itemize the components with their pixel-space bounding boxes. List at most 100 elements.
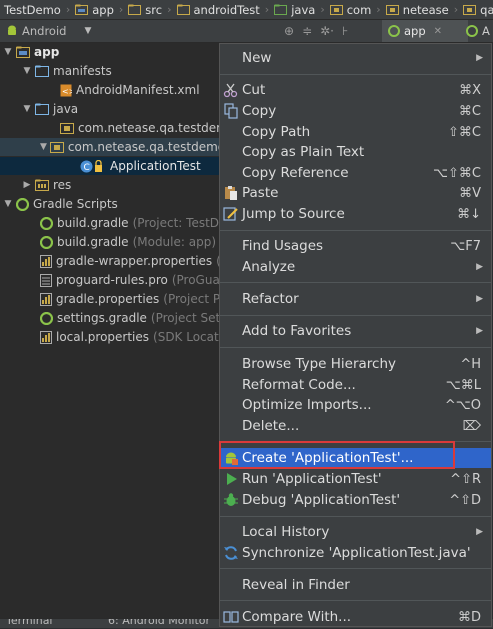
collapse-all-icon[interactable]: ≑	[302, 24, 312, 38]
menu-item-optimize-imports[interactable]: Optimize Imports... ^⌥O	[220, 395, 491, 415]
menu-item-delete[interactable]: Delete... ⌦	[220, 416, 491, 436]
menu-item-new[interactable]: New ▶	[220, 48, 491, 68]
gear-icon[interactable]: ✲·	[320, 24, 334, 38]
tree-node-java[interactable]: ▼ java	[0, 100, 220, 118]
tree-node-proguard[interactable]: proguard-rules.pro (ProGua	[0, 271, 220, 289]
submenu-arrow-icon: ▶	[476, 53, 483, 63]
dropdown-arrow-icon: ▼	[84, 26, 92, 36]
tree-node-app[interactable]: ▼ app	[0, 43, 220, 61]
menu-item-label: Reformat Code...	[242, 377, 356, 393]
menu-item-browse-type-hierarchy[interactable]: Browse Type Hierarchy ^H	[220, 354, 491, 374]
editor-tab-app[interactable]: app ✕	[382, 20, 468, 42]
menu-item-reformat-code[interactable]: Reformat Code... ⌥⌘L	[220, 375, 491, 395]
close-icon[interactable]: ✕	[434, 26, 442, 37]
breadcrumb-androidtest[interactable]: androidTest	[173, 0, 264, 19]
tree-node-applicationtest[interactable]: C ApplicationTest	[0, 157, 220, 175]
menu-item-label: Copy	[242, 103, 277, 119]
tree-node-gradle-properties[interactable]: gradle.properties (Project Pr	[0, 290, 220, 308]
chevron-right-icon: ›	[264, 3, 270, 16]
breadcrumb-qa[interactable]: qa	[459, 0, 493, 19]
edit-pencil-icon	[223, 206, 239, 222]
expand-down-icon[interactable]: ▼	[3, 195, 13, 213]
shortcut-label: ^⇧R	[450, 471, 481, 487]
breadcrumb-label: qa	[480, 2, 493, 17]
tree-node-settings-gradle[interactable]: settings.gradle (Project Setti	[0, 309, 220, 327]
gradle-icon	[16, 197, 29, 211]
tree-node-hint: (Module: app)	[132, 235, 217, 249]
tree-node-label: settings.gradle	[57, 311, 147, 325]
menu-item-label: Refactor	[242, 291, 299, 307]
expand-down-icon[interactable]: ▼	[3, 43, 13, 61]
editor-tab-second[interactable]: A	[460, 20, 493, 42]
tree-node-build-gradle-project[interactable]: build.gradle (Project: TestDe	[0, 214, 220, 232]
menu-item-compare-with[interactable]: Compare With... ⌘D	[220, 607, 491, 627]
breadcrumb-netease[interactable]: netease	[382, 0, 453, 19]
text-file-icon	[40, 273, 52, 287]
chevron-right-icon: ›	[167, 3, 172, 16]
menu-item-copy-path[interactable]: Copy Path ⇧⌘C	[220, 122, 491, 142]
breadcrumb-label: com	[346, 2, 372, 17]
menu-item-label: Local History	[242, 524, 330, 540]
project-toolbar: Android ▼ ⊕ ≑ ✲· ⊦ app ✕ A	[0, 20, 493, 43]
scissors-icon	[223, 82, 239, 98]
menu-separator	[220, 230, 491, 231]
menu-item-local-history[interactable]: Local History ▶	[220, 522, 491, 542]
menu-item-refactor[interactable]: Refactor ▶	[220, 289, 491, 309]
breadcrumb-label: src	[145, 2, 163, 17]
menu-item-add-to-favorites[interactable]: Add to Favorites ▶	[220, 321, 491, 341]
tree-node-label: Gradle Scripts	[33, 197, 118, 211]
breadcrumb-app[interactable]: app	[71, 0, 118, 19]
expand-right-icon[interactable]: ▶	[22, 176, 32, 194]
tree-node-gradle-wrapper[interactable]: gradle-wrapper.properties (	[0, 252, 220, 270]
menu-item-copy-plain-text[interactable]: Copy as Plain Text	[220, 142, 491, 162]
menu-item-analyze[interactable]: Analyze ▶	[220, 257, 491, 277]
source-folder-icon	[274, 4, 288, 15]
gradle-file-icon	[466, 25, 478, 37]
tree-node-manifests[interactable]: ▼ manifests	[0, 62, 220, 80]
tree-node-gradle-scripts[interactable]: ▼ Gradle Scripts	[0, 195, 220, 213]
menu-item-label: Copy as Plain Text	[242, 144, 365, 160]
tree-node-local-properties[interactable]: local.properties (SDK Locatio	[0, 328, 220, 346]
terminal-tab[interactable]: Terminal	[6, 619, 53, 627]
hide-icon[interactable]: ⊦	[342, 24, 348, 38]
module-folder-icon	[75, 4, 89, 15]
shortcut-label: ⌘C	[458, 103, 481, 119]
menu-item-synchronize[interactable]: Synchronize 'ApplicationTest.java'	[220, 543, 491, 563]
breadcrumb-java[interactable]: java	[270, 0, 319, 19]
menu-item-jump-to-source[interactable]: Jump to Source ⌘↓	[220, 204, 491, 224]
expand-down-icon[interactable]: ▼	[40, 138, 47, 156]
xml-file-icon: <>	[60, 84, 72, 97]
menu-item-debug-test[interactable]: Debug 'ApplicationTest' ^⇧D	[220, 490, 491, 510]
android-monitor-tab[interactable]: 6: Android Monitor	[108, 619, 210, 627]
tree-node-androidmanifest[interactable]: <> AndroidManifest.xml	[0, 81, 220, 99]
breadcrumb-testdemo[interactable]: TestDemo	[0, 0, 65, 19]
menu-item-label: Optimize Imports...	[242, 397, 372, 413]
breadcrumb-com[interactable]: com	[326, 0, 376, 19]
tree-node-build-gradle-module[interactable]: build.gradle (Module: app)	[0, 233, 220, 251]
locate-icon[interactable]: ⊕	[284, 24, 294, 38]
expand-down-icon[interactable]: ▼	[22, 100, 32, 118]
res-folder-icon	[35, 179, 49, 191]
menu-item-cut[interactable]: Cut ⌘X	[220, 80, 491, 100]
menu-item-label: New	[242, 50, 272, 66]
tree-node-label: gradle-wrapper.properties	[56, 254, 213, 268]
svg-text:C: C	[84, 163, 90, 173]
menu-item-label: Cut	[242, 82, 266, 98]
menu-item-paste[interactable]: Paste ⌘V	[220, 183, 491, 203]
menu-item-reveal-in-finder[interactable]: Reveal in Finder	[220, 575, 491, 595]
tree-node-package-androidtest[interactable]: ▼ com.netease.qa.testdemo	[0, 138, 220, 156]
expand-down-icon[interactable]: ▼	[22, 62, 32, 80]
menu-item-copy[interactable]: Copy ⌘C	[220, 101, 491, 121]
menu-item-find-usages[interactable]: Find Usages ⌥F7	[220, 236, 491, 256]
tree-node-res[interactable]: ▶ res	[0, 176, 220, 194]
menu-item-run-test[interactable]: Run 'ApplicationTest' ^⇧R	[220, 469, 491, 489]
tree-node-package-main[interactable]: com.netease.qa.testdemo	[0, 119, 220, 137]
shortcut-label: ⌥⌘L	[445, 377, 481, 393]
tree-node-label: build.gradle	[57, 235, 129, 249]
tree-node-label: manifests	[53, 64, 112, 78]
chevron-right-icon: ›	[376, 3, 381, 16]
tree-node-label: proguard-rules.pro	[56, 273, 168, 287]
project-view-selector[interactable]: Android ▼	[0, 24, 110, 38]
breadcrumb-src[interactable]: src	[124, 0, 166, 19]
menu-item-copy-reference[interactable]: Copy Reference ⌥⇧⌘C	[220, 163, 491, 183]
